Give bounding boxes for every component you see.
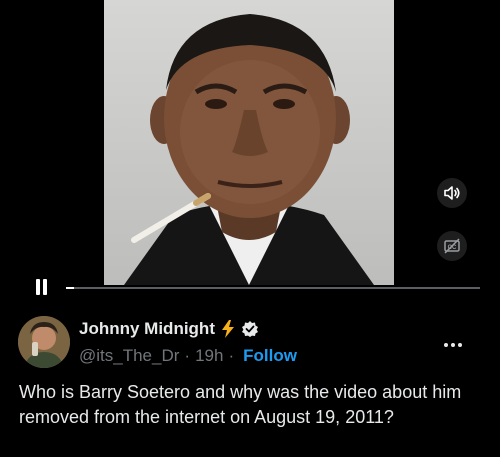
volume-button[interactable] bbox=[437, 178, 467, 208]
verified-badge-icon bbox=[241, 321, 258, 337]
video-player[interactable]: CC bbox=[0, 0, 500, 300]
video-frame[interactable] bbox=[104, 0, 394, 285]
author-meta-row: @its_The_Dr · 19h · Follow bbox=[79, 345, 297, 367]
captions-off-icon: CC bbox=[444, 238, 460, 254]
pause-icon[interactable] bbox=[34, 279, 50, 295]
author-handle[interactable]: @its_The_Dr bbox=[79, 346, 179, 366]
follow-button[interactable]: Follow bbox=[243, 346, 297, 366]
separator-dot-2: · bbox=[228, 346, 235, 365]
progress-track[interactable] bbox=[66, 287, 480, 289]
author-name-row: Johnny Midnight bbox=[79, 317, 259, 341]
captions-button[interactable]: CC bbox=[437, 231, 467, 261]
tweet-timestamp[interactable]: 19h bbox=[195, 346, 223, 366]
more-icon[interactable] bbox=[438, 335, 468, 355]
speaker-icon bbox=[444, 186, 460, 200]
avatar[interactable] bbox=[18, 316, 70, 368]
tweet-text: Who is Barry Soetero and why was the vid… bbox=[19, 382, 462, 427]
video-frame-image bbox=[124, 14, 374, 285]
author-name[interactable]: Johnny Midnight bbox=[79, 319, 215, 339]
separator-dot: · bbox=[184, 346, 191, 365]
video-controls bbox=[0, 272, 500, 300]
progress-fill bbox=[66, 287, 75, 289]
lightning-icon bbox=[221, 320, 234, 338]
avatar-image bbox=[18, 316, 70, 368]
